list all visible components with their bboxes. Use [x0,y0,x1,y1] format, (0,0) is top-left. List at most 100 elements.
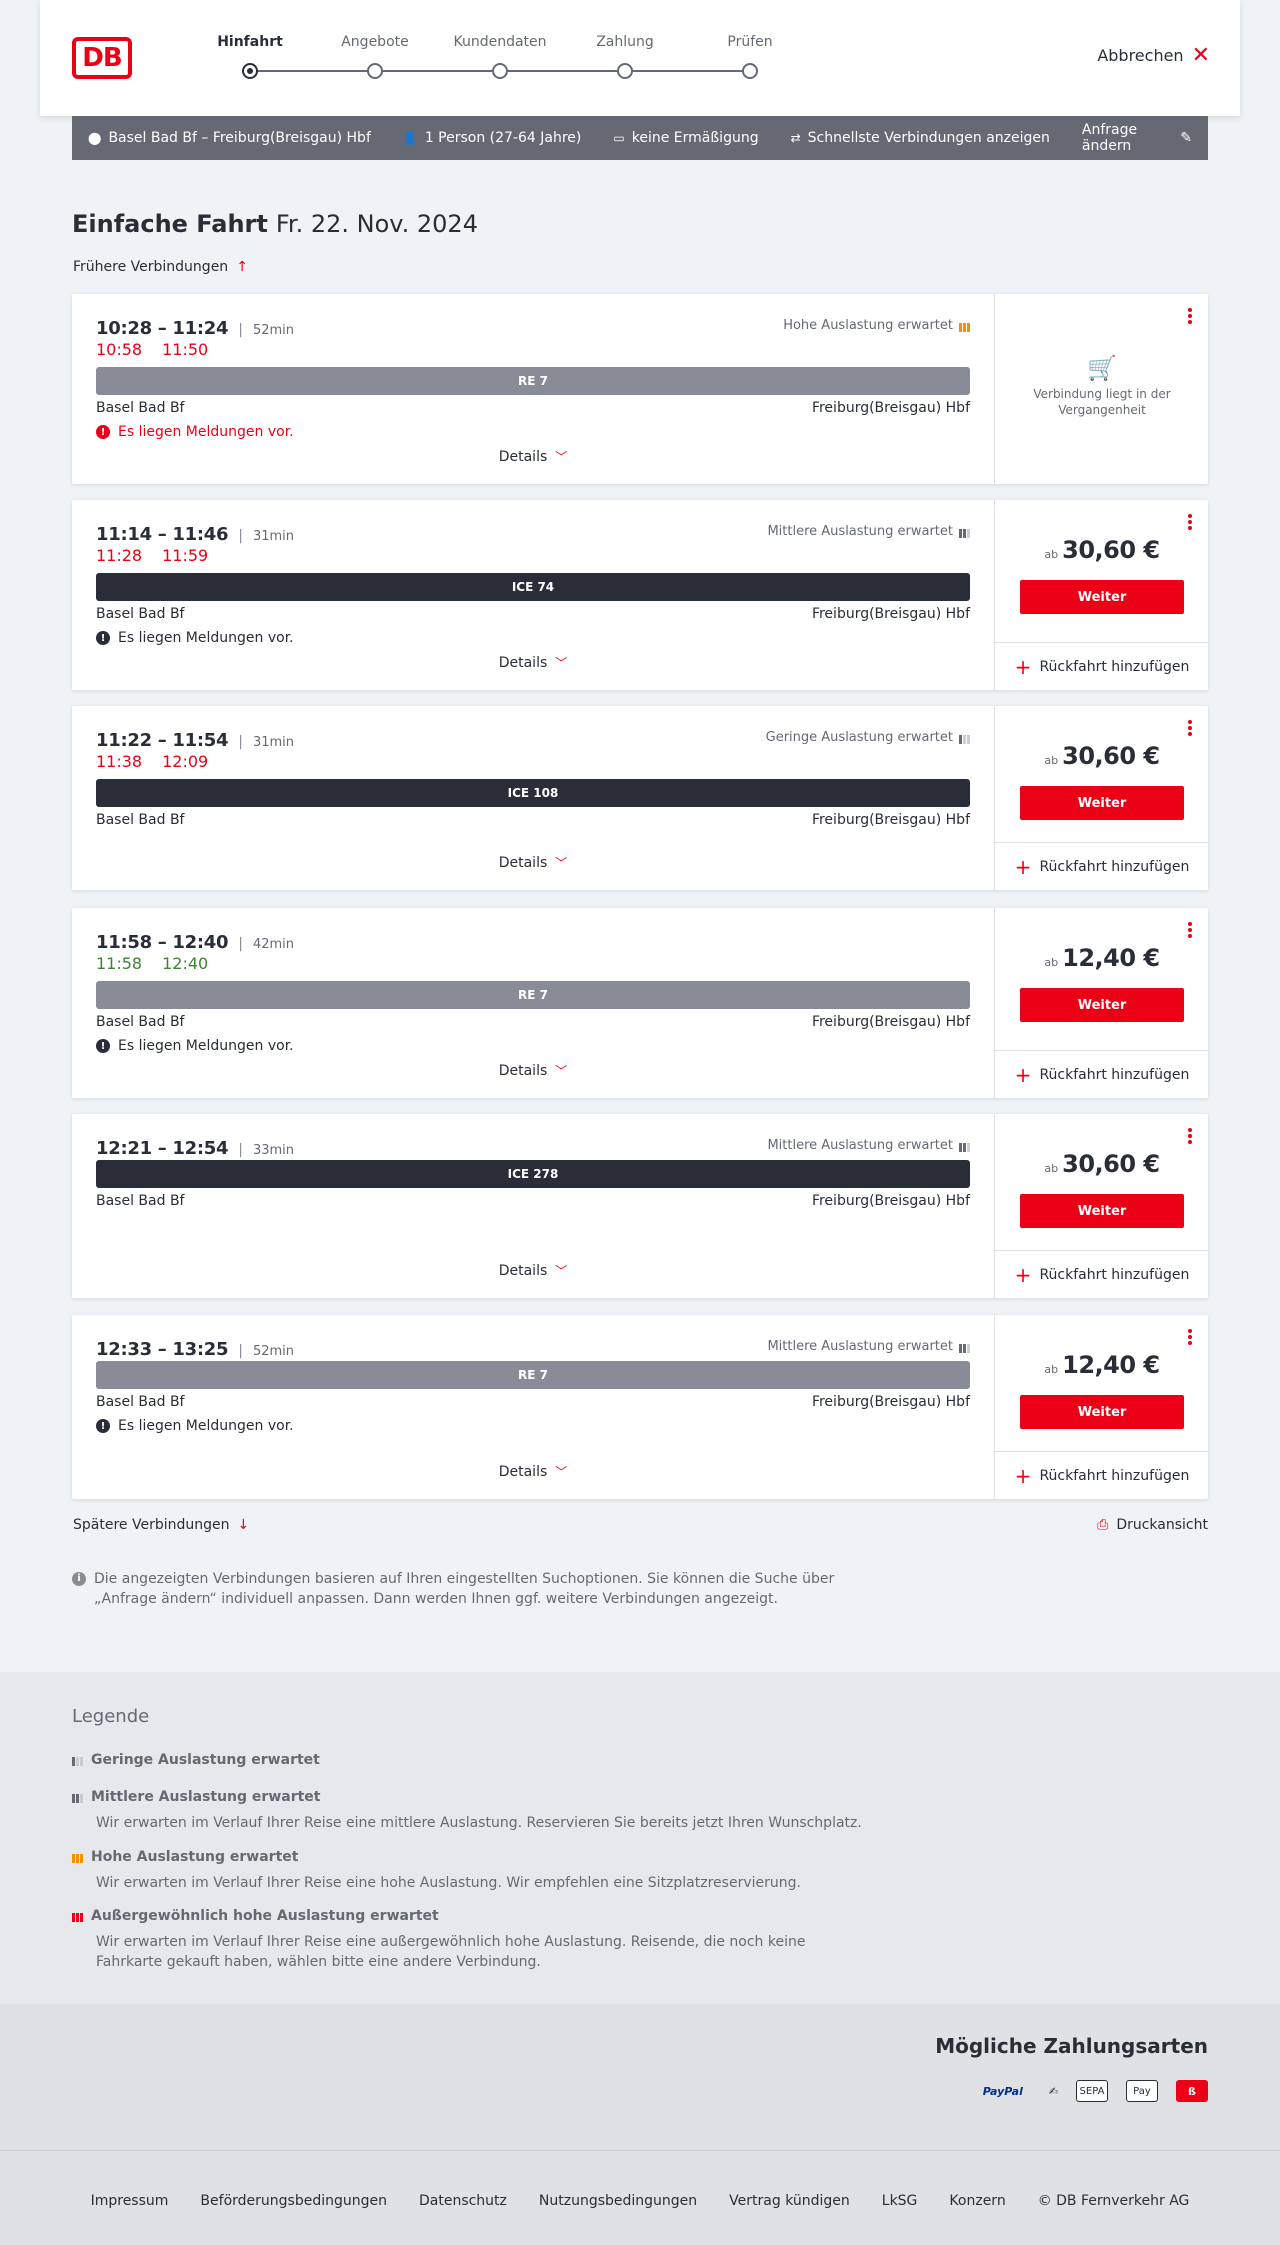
duration: 31min [252,529,295,544]
add-return-trip-button[interactable]: + Rückfahrt hinzufügen [995,1050,1209,1098]
service-message[interactable]: ! Es liegen Meldungen vor. [96,1418,294,1434]
footer-link-datenschutz[interactable]: Datenschutz [419,2193,507,2209]
trip-date: Fr. 22. Nov. 2024 [275,210,478,238]
db-logo[interactable]: DB [72,37,132,79]
add-return-trip-button[interactable]: + Rückfahrt hinzufügen [995,842,1209,890]
details-label: Details [498,655,548,671]
step-zahlung: Zahlung [596,34,654,50]
fastest-toggle[interactable]: ⇄ Schnellste Verbindungen anzeigen [791,130,1050,146]
stations-row: Basel Bad Bf Freiburg(Breisgau) Hbf [96,1014,970,1030]
add-return-trip-button[interactable]: + Rückfahrt hinzufügen [995,1250,1209,1298]
service-message[interactable]: ! Es liegen Meldungen vor. [96,1038,294,1054]
person-icon: 👤 [402,131,418,145]
continue-button[interactable]: Weiter [1020,580,1184,614]
low-load-icon [959,732,970,744]
more-options-icon[interactable] [1186,720,1194,738]
continue-button[interactable]: Weiter [1020,786,1184,820]
legend-item-high: Hohe Auslastung erwartet Wir erwarten im… [72,1849,872,1893]
legend-item-low: Geringe Auslastung erwartet [72,1752,872,1768]
page-title: Einfache Fahrt Fr. 22. Nov. 2024 [72,210,478,238]
connection-times: 11:22 – 11:54 | 31min [96,730,295,751]
connection-times: 12:21 – 12:54 | 33min [96,1138,295,1159]
connection-card[interactable]: 12:33 – 13:25 | 52min Mittlere Auslastung e… [72,1315,1209,1499]
duration: 31min [252,735,295,750]
price-value: 30,60 € [1062,1150,1160,1178]
price: ab 30,60 € [995,1150,1209,1178]
connection-card[interactable]: 11:22 – 11:54 | 31min 11:38 12:09 Geringe Aus… [72,706,1209,890]
offer-panel: ab 30,60 € Weiter + Rückfahrt hinzufügen [994,1114,1209,1298]
legend-item-extreme: Außergewöhnlich hohe Auslastung erwartet… [72,1908,872,1972]
details-toggle[interactable]: Details ﹀ [72,1062,994,1079]
message-text: Es liegen Meldungen vor. [118,630,294,646]
past-connection-notice: 🛒 Verbindung liegt in der Vergangenheit [995,294,1209,484]
cancel-button[interactable]: Abbrechen ✕ [1097,44,1210,66]
legend-section: Legende Geringe Auslastung erwartet Mitt… [0,1672,1280,2004]
occupancy-indicator: Mittlere Auslastung erwartet [767,1138,970,1153]
connection-card[interactable]: 10:28 – 11:24 | 52min 10:58 11:50 Hohe Auslas… [72,294,1208,484]
continue-button[interactable]: Weiter [1020,1194,1184,1228]
chevron-down-icon: ﹀ [555,1465,568,1479]
footer-link-nutzungsbedingungen[interactable]: Nutzungsbedingungen [539,2193,697,2209]
return-label: Rückfahrt hinzufügen [1039,658,1190,675]
footer-link-lksg[interactable]: LkSG [882,2193,918,2209]
info-text: Die angezeigten Verbindungen basieren au… [94,1571,835,1607]
add-return-trip-button[interactable]: + Rückfahrt hinzufügen [995,642,1209,690]
footer-link-konzern[interactable]: Konzern [949,2193,1005,2209]
plus-icon: + [1014,1463,1032,1488]
return-label: Rückfahrt hinzufügen [1039,1066,1190,1083]
details-toggle[interactable]: Details ﹀ [72,654,994,671]
origin-station: Basel Bad Bf [96,1394,185,1410]
connection-times: 10:28 – 11:24 | 52min [96,318,295,339]
connection-times: 12:33 – 13:25 | 52min [96,1339,295,1360]
continue-button[interactable]: Weiter [1020,988,1184,1022]
train-bar: RE 7 [96,981,970,1009]
add-return-trip-button[interactable]: + Rückfahrt hinzufügen [995,1451,1209,1499]
offer-panel: ab 12,40 € Weiter + Rückfahrt hinzufügen [994,1315,1209,1499]
connection-details: 10:28 – 11:24 | 52min 10:58 11:50 Hohe Auslas… [72,294,994,484]
service-message[interactable]: ! Es liegen Meldungen vor. [96,630,294,646]
high-load-icon [72,1851,83,1863]
chevron-down-icon: ﹀ [555,1064,568,1078]
destination-station: Freiburg(Breisgau) Hbf [811,400,970,416]
more-options-icon[interactable] [1186,1128,1194,1146]
occupancy-text: Hohe Auslastung erwartet [783,318,953,333]
more-options-icon[interactable] [1186,514,1194,532]
step-dot [367,63,383,79]
occupancy-indicator: Hohe Auslastung erwartet [783,318,970,333]
more-options-icon[interactable] [1186,922,1194,940]
scheduled-times: 11:58 – 12:40 [96,932,229,953]
footer-link-befoerderungsbedingungen[interactable]: Beförderungsbedingungen [200,2193,387,2209]
duration: 33min [252,1143,295,1158]
connection-card[interactable]: 12:21 – 12:54 | 33min Mittlere Auslastung e… [72,1114,1209,1298]
realtime-arrival: 11:59 [162,546,209,565]
footer-link-impressum[interactable]: Impressum [91,2193,169,2209]
continue-button[interactable]: Weiter [1020,1395,1184,1429]
service-message[interactable]: ! Es liegen Meldungen vor. [96,424,294,440]
later-connections-link[interactable]: Spätere Verbindungen ↓ [73,1517,249,1533]
message-text: Es liegen Meldungen vor. [118,1418,294,1434]
realtime-times: 11:58 12:40 [96,954,208,973]
details-toggle[interactable]: Details ﹀ [72,1463,994,1480]
footer-link-vertrag-kuendigen[interactable]: Vertrag kündigen [729,2193,850,2209]
step-hinfahrt: Hinfahrt [217,34,283,50]
print-view-link[interactable]: ⎙ Druckansicht [1097,1517,1208,1533]
connection-card[interactable]: 11:58 – 12:40 | 42min 11:58 12:40 RE 7 Basel B… [72,908,1209,1098]
realtime-arrival: 12:40 [162,954,209,973]
later-label: Spätere Verbindungen [73,1517,230,1533]
realtime-departure: 11:28 [96,546,143,565]
price-value: 30,60 € [1062,536,1160,564]
direct-debit-icon: ✍ [1048,2084,1058,2098]
details-toggle[interactable]: Details ﹀ [72,448,994,465]
realtime-arrival: 11:50 [162,340,209,359]
details-label: Details [498,1063,548,1079]
price: ab 30,60 € [995,536,1209,564]
details-toggle[interactable]: Details ﹀ [72,854,994,871]
connection-card[interactable]: 11:14 – 11:46 | 31min 11:28 11:59 Mittlere Au… [72,500,1209,690]
connection-details: 12:33 – 13:25 | 52min Mittlere Auslastung e… [72,1315,994,1499]
earlier-connections-link[interactable]: Frühere Verbindungen ↑ [73,259,248,275]
more-options-icon[interactable] [1186,1329,1194,1347]
edit-request-button[interactable]: Anfrage ändern ✎ [1082,122,1192,154]
offer-panel: ab 30,60 € Weiter + Rückfahrt hinzufügen [994,706,1209,890]
details-toggle[interactable]: Details ﹀ [72,1262,994,1279]
scheduled-times: 11:14 – 11:46 [96,524,229,545]
